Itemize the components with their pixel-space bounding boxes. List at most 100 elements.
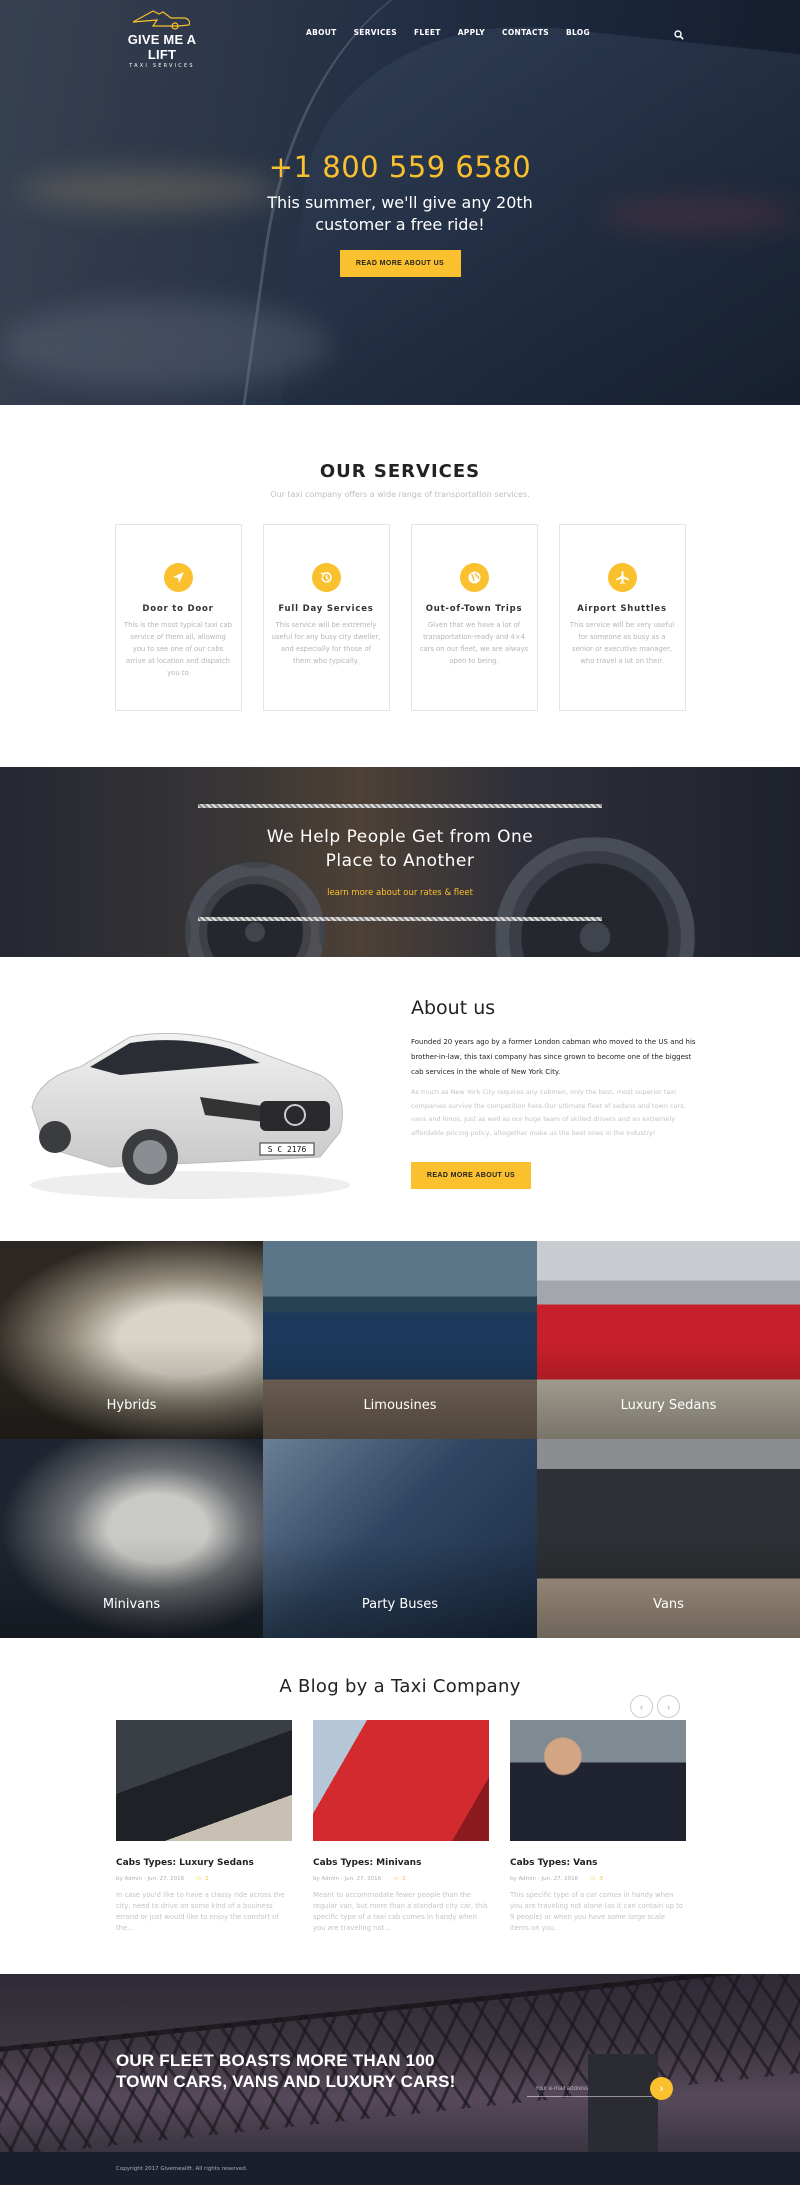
banner-content: We Help People Get from One Place to Ano… xyxy=(0,825,800,898)
post-title[interactable]: Cabs Types: Luxury Sedans xyxy=(116,1858,292,1868)
fleet-tile-party-buses[interactable]: Party Buses xyxy=(263,1439,537,1638)
post-author-date: by Admin - Jun. 27, 2016 xyxy=(116,1876,185,1882)
post-meta: by Admin - Jun. 27, 2016 ▭ 2 xyxy=(116,1876,292,1882)
license-plate: S C 2176 xyxy=(268,1145,307,1154)
services-cards: Door to Door This is the most typical ta… xyxy=(0,524,800,711)
service-card-out-of-town[interactable]: Out-of-Town Trips Given that we have a l… xyxy=(410,524,538,711)
logo-name: GIVE ME A LIFT xyxy=(127,32,197,62)
globe-icon xyxy=(459,563,489,592)
service-title: Out-of-Town Trips xyxy=(425,604,523,614)
history-clock-icon xyxy=(311,563,341,592)
hero-section: GIVE ME A LIFT TAXI SERVICES ABOUT SERVI… xyxy=(0,0,800,405)
newsletter-section: OUR FLEET BOASTS MORE THAN 100 TOWN CARS… xyxy=(0,1974,800,2152)
post-image[interactable] xyxy=(510,1720,686,1841)
hero-tagline-line2: customer a free ride! xyxy=(315,215,485,234)
fleet-tile-hybrids[interactable]: Hybrids xyxy=(0,1241,263,1439)
post-author-date: by Admin - Jun. 27, 2016 xyxy=(313,1876,382,1882)
fleet-label: Minivans xyxy=(102,1597,161,1612)
nav-blog[interactable]: BLOG xyxy=(566,28,590,37)
post-image[interactable] xyxy=(116,1720,292,1841)
blog-section: A Blog by a Taxi Company ‹ › Cabs Types:… xyxy=(0,1638,800,1974)
building-background xyxy=(588,2054,658,2152)
hero-phone-number[interactable]: +1 800 559 6580 xyxy=(0,150,800,184)
service-text: This service will be extremely useful fo… xyxy=(271,621,381,665)
search-icon[interactable] xyxy=(674,30,684,40)
footer: Copyright 2017 Givemealift. All rights r… xyxy=(0,2152,800,2185)
blog-posts: Cabs Types: Luxury Sedans by Admin - Jun… xyxy=(116,1720,686,1934)
service-text: Given that we have a lot of transportati… xyxy=(419,621,529,665)
hero-tagline-line1: This summer, we'll give any 20th xyxy=(267,193,533,212)
service-title: Airport Shuttles xyxy=(577,604,667,614)
chevron-left-icon[interactable]: ‹ xyxy=(630,1695,653,1718)
blog-post: Cabs Types: Minivans by Admin - Jun. 27,… xyxy=(313,1720,489,1934)
promo-banner: We Help People Get from One Place to Ano… xyxy=(0,767,800,957)
post-title[interactable]: Cabs Types: Vans xyxy=(510,1858,686,1868)
about-read-more-button[interactable]: READ MORE ABOUT US xyxy=(411,1162,531,1189)
fleet-tile-minivans[interactable]: Minivans xyxy=(0,1439,263,1638)
chevron-right-icon[interactable]: › xyxy=(657,1695,680,1718)
fleet-tile-limousines[interactable]: Limousines xyxy=(263,1241,537,1439)
banner-heading-line2: Place to Another xyxy=(325,851,475,871)
post-comment-count[interactable]: 2 xyxy=(205,1876,209,1882)
banner-bottom-rule xyxy=(198,917,602,921)
taxi-car-logo-icon xyxy=(132,10,191,30)
about-title: About us xyxy=(411,997,496,1019)
newsletter-heading-line2: TOWN CARS, VANS AND LUXURY CARS! xyxy=(116,2072,456,2091)
nav-apply[interactable]: APPLY xyxy=(458,28,485,37)
post-meta: by Admin - Jun. 27, 2016 ▭ 3 xyxy=(510,1876,686,1882)
comment-icon: ▭ xyxy=(196,1876,202,1882)
nav-contacts[interactable]: CONTACTS xyxy=(502,28,549,37)
post-image[interactable] xyxy=(313,1720,489,1841)
post-excerpt: This specific type of a car comes in han… xyxy=(510,1891,683,1932)
comment-icon: ▭ xyxy=(590,1876,596,1882)
hero-tagline: This summer, we'll give any 20th custome… xyxy=(0,192,800,236)
chevron-right-icon[interactable]: › xyxy=(650,2077,673,2100)
post-meta: by Admin - Jun. 27, 2016 ▭ 2 xyxy=(313,1876,489,1882)
services-subtitle: Our taxi company offers a wide range of … xyxy=(270,490,530,499)
hero-content: +1 800 559 6580 This summer, we'll give … xyxy=(0,150,800,277)
logo-tagline: TAXI SERVICES xyxy=(129,63,195,69)
fleet-label: Limousines xyxy=(363,1398,437,1413)
fleet-label: Hybrids xyxy=(106,1398,157,1413)
blog-post: Cabs Types: Vans by Admin - Jun. 27, 201… xyxy=(510,1720,686,1934)
blog-post: Cabs Types: Luxury Sedans by Admin - Jun… xyxy=(116,1720,292,1934)
main-menu: ABOUT SERVICES FLEET APPLY CONTACTS BLOG xyxy=(306,28,590,37)
fleet-label: Luxury Sedans xyxy=(620,1398,717,1413)
about-content: About us Founded 20 years ago by a forme… xyxy=(411,997,696,1189)
white-car-image: S C 2176 xyxy=(30,1032,350,1199)
post-comment-count[interactable]: 3 xyxy=(599,1876,603,1882)
logo[interactable]: GIVE ME A LIFT TAXI SERVICES xyxy=(116,8,208,69)
service-card-airport[interactable]: Airport Shuttles This service will be ve… xyxy=(558,524,686,711)
nav-fleet[interactable]: FLEET xyxy=(414,28,441,37)
post-comment-count[interactable]: 2 xyxy=(402,1876,406,1882)
top-navigation: GIVE ME A LIFT TAXI SERVICES ABOUT SERVI… xyxy=(0,0,800,70)
fleet-tile-vans[interactable]: Vans xyxy=(537,1439,800,1638)
nav-services[interactable]: SERVICES xyxy=(354,28,397,37)
fleet-grid: Hybrids Limousines Luxury Sedans Minivan… xyxy=(0,1241,800,1638)
post-author-date: by Admin - Jun. 27, 2016 xyxy=(510,1876,579,1882)
airplane-icon xyxy=(607,563,637,592)
banner-heading: We Help People Get from One Place to Ano… xyxy=(0,825,800,873)
service-card-full-day[interactable]: Full Day Services This service will be e… xyxy=(262,524,390,711)
blog-carousel-controls: ‹ › xyxy=(630,1695,680,1718)
banner-rates-link[interactable]: learn more about our rates & fleet xyxy=(0,888,800,898)
service-title: Full Day Services xyxy=(278,604,374,614)
service-text: This is the most typical taxi cab servic… xyxy=(123,621,233,677)
post-excerpt: In case you'd like to have a classy ride… xyxy=(116,1891,285,1932)
comment-icon: ▭ xyxy=(393,1876,399,1882)
fleet-tile-luxury-sedans[interactable]: Luxury Sedans xyxy=(537,1241,800,1439)
service-text: This service will be very useful for som… xyxy=(569,621,675,665)
service-card-door-to-door[interactable]: Door to Door This is the most typical ta… xyxy=(114,524,242,711)
post-title[interactable]: Cabs Types: Minivans xyxy=(313,1858,489,1868)
post-excerpt: Meant to accommodate fewer people than t… xyxy=(313,1891,488,1932)
banner-top-rule xyxy=(198,804,602,808)
about-section: S C 2176 About us Founded 20 years ago b… xyxy=(0,957,800,1241)
navigation-arrow-icon xyxy=(163,563,193,592)
email-field[interactable] xyxy=(527,2082,652,2097)
banner-heading-line1: We Help People Get from One xyxy=(266,827,534,847)
about-lead: Founded 20 years ago by a former London … xyxy=(411,1038,696,1076)
nav-about[interactable]: ABOUT xyxy=(306,28,337,37)
services-title: OUR SERVICES xyxy=(319,461,481,482)
about-body: As much as New York City requires any ca… xyxy=(411,1088,686,1137)
hero-read-more-button[interactable]: READ MORE ABOUT US xyxy=(339,250,461,277)
